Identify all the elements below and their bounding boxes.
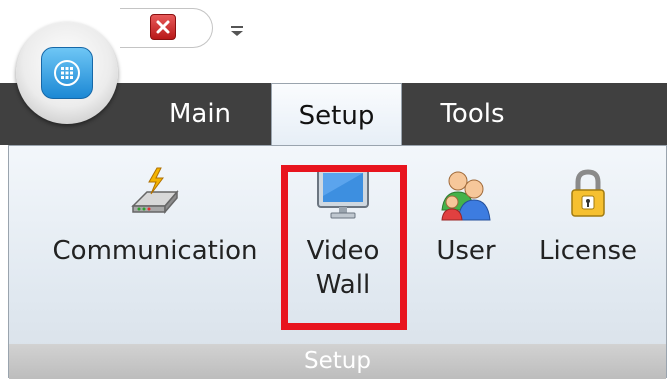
customize-toolbar-icon[interactable] <box>230 25 244 37</box>
video-wall-button[interactable]: Video Wall <box>285 156 401 336</box>
license-label: License <box>538 236 638 266</box>
communication-icon <box>131 167 179 215</box>
close-button[interactable] <box>150 14 176 40</box>
tab-main[interactable]: Main <box>145 83 255 145</box>
ribbon-panel: Communication Video Wall User License Se… <box>8 145 667 379</box>
tab-setup[interactable]: Setup <box>271 83 402 147</box>
license-button[interactable]: License <box>531 156 645 336</box>
communication-label: Communication <box>52 236 258 266</box>
monitor-icon <box>317 168 369 219</box>
ribbon-group-label: Setup <box>9 344 666 379</box>
app-logo-icon <box>41 47 93 99</box>
video-wall-label: Video Wall <box>306 236 380 300</box>
user-button[interactable]: User <box>429 156 503 336</box>
padlock-icon <box>571 169 605 217</box>
close-icon <box>156 20 170 34</box>
users-icon <box>441 171 491 221</box>
tab-tools[interactable]: Tools <box>420 83 525 145</box>
application-menu-button[interactable] <box>16 22 118 124</box>
communication-button[interactable]: Communication <box>35 156 275 336</box>
user-label: User <box>436 236 496 266</box>
